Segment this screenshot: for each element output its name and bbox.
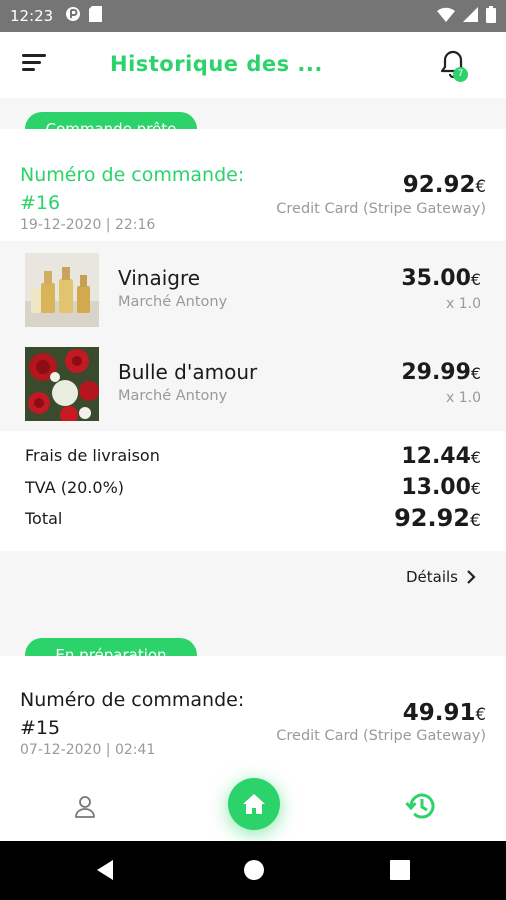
recents-icon[interactable] [390,860,410,880]
list-item[interactable]: Bulle d'amour Marché Antony 29.99€ x 1.0 [0,337,506,431]
vat-amount: 13.00 [401,475,471,500]
order-total-value: 49.91 [402,700,476,726]
home-button-icon[interactable] [243,859,265,881]
app-header: Historique des ... 7 [0,32,506,98]
order-date: 07-12-2020 | 02:41 [20,742,156,758]
sd-card-icon [89,6,103,26]
product-shop: Marché Antony [118,388,228,404]
order-header[interactable]: Numéro de commande: #16 19-12-2020 | 22:… [0,129,506,241]
product-name: Bulle d'amour [118,360,258,384]
order-number-title: Numéro de commande: [20,689,245,711]
home-icon [243,794,265,814]
order-items: Vinaigre Marché Antony 35.00€ x 1.0 Bull… [0,243,506,431]
chevron-right-icon [467,570,476,584]
currency-symbol: € [475,705,486,724]
product-price-value: 29.99 [401,360,471,385]
currency-symbol: € [470,270,481,289]
order-number-value: #15 [20,717,61,739]
order-number-title: Numéro de commande: [20,164,245,186]
currency-symbol: € [470,364,481,383]
notifications-button[interactable]: 7 [438,49,472,83]
order-header[interactable]: Numéro de commande: #15 07-12-2020 | 02:… [0,656,506,773]
delivery-fee-value: 12.44€ [401,444,481,469]
currency-symbol: € [470,448,481,467]
bottom-navigation [0,773,506,841]
currency-symbol: € [470,479,481,498]
product-name: Vinaigre [118,266,201,290]
signal-icon [463,6,478,26]
order-total: 92.92€ [403,172,486,198]
currency-symbol: € [470,511,481,531]
payment-method: Credit Card (Stripe Gateway) [276,201,486,217]
notification-badge: 7 [453,67,468,82]
delivery-fee-label: Frais de livraison [25,446,160,465]
product-price: 29.99€ [401,360,481,385]
order-total: 49.91€ [403,700,486,726]
vat-label: TVA (20.0%) [25,478,125,497]
details-button[interactable]: Détails [406,568,476,586]
delivery-fee-amount: 12.44 [401,444,471,469]
status-right-icons [437,5,496,27]
profile-tab[interactable] [72,793,98,821]
total-value: 92.92€ [394,504,481,532]
order-date: 19-12-2020 | 22:16 [20,217,156,233]
battery-icon [486,5,496,27]
product-image-roses [25,347,99,421]
order-number-label: Numéro de commande: #16 [20,161,244,217]
order-summary: Frais de livraison 12.44€ TVA (20.0%) 13… [0,431,506,551]
product-price-value: 35.00 [401,266,471,291]
page-title: Historique des ... [110,52,323,76]
product-image-vinegar [25,253,99,327]
history-icon [405,793,435,819]
product-shop: Marché Antony [118,294,228,310]
back-icon[interactable] [95,859,115,881]
order-total-value: 92.92 [402,172,476,198]
status-bar: 12:23 [0,0,506,32]
product-quantity: x 1.0 [446,390,481,406]
menu-icon[interactable] [22,54,48,78]
product-quantity: x 1.0 [446,296,481,312]
order-history-list[interactable]: Commande prête Numéro de commande: #16 1… [0,98,506,773]
profile-icon [75,796,95,818]
vat-value: 13.00€ [401,475,481,500]
currency-symbol: € [475,177,486,196]
status-time: 12:23 [10,7,54,25]
wifi-icon [437,7,455,26]
product-price: 35.00€ [401,266,481,291]
list-item[interactable]: Vinaigre Marché Antony 35.00€ x 1.0 [0,243,506,337]
home-tab[interactable] [228,778,280,830]
details-label: Détails [405,568,458,586]
order-number-label: Numéro de commande: #15 [20,686,244,742]
order-number-value: #16 [20,192,61,214]
system-navigation-bar [0,841,506,900]
app-notification-icon [65,6,81,26]
total-amount: 92.92 [394,504,470,532]
total-label: Total [25,509,63,528]
payment-method: Credit Card (Stripe Gateway) [276,728,486,744]
history-tab[interactable] [405,790,439,824]
